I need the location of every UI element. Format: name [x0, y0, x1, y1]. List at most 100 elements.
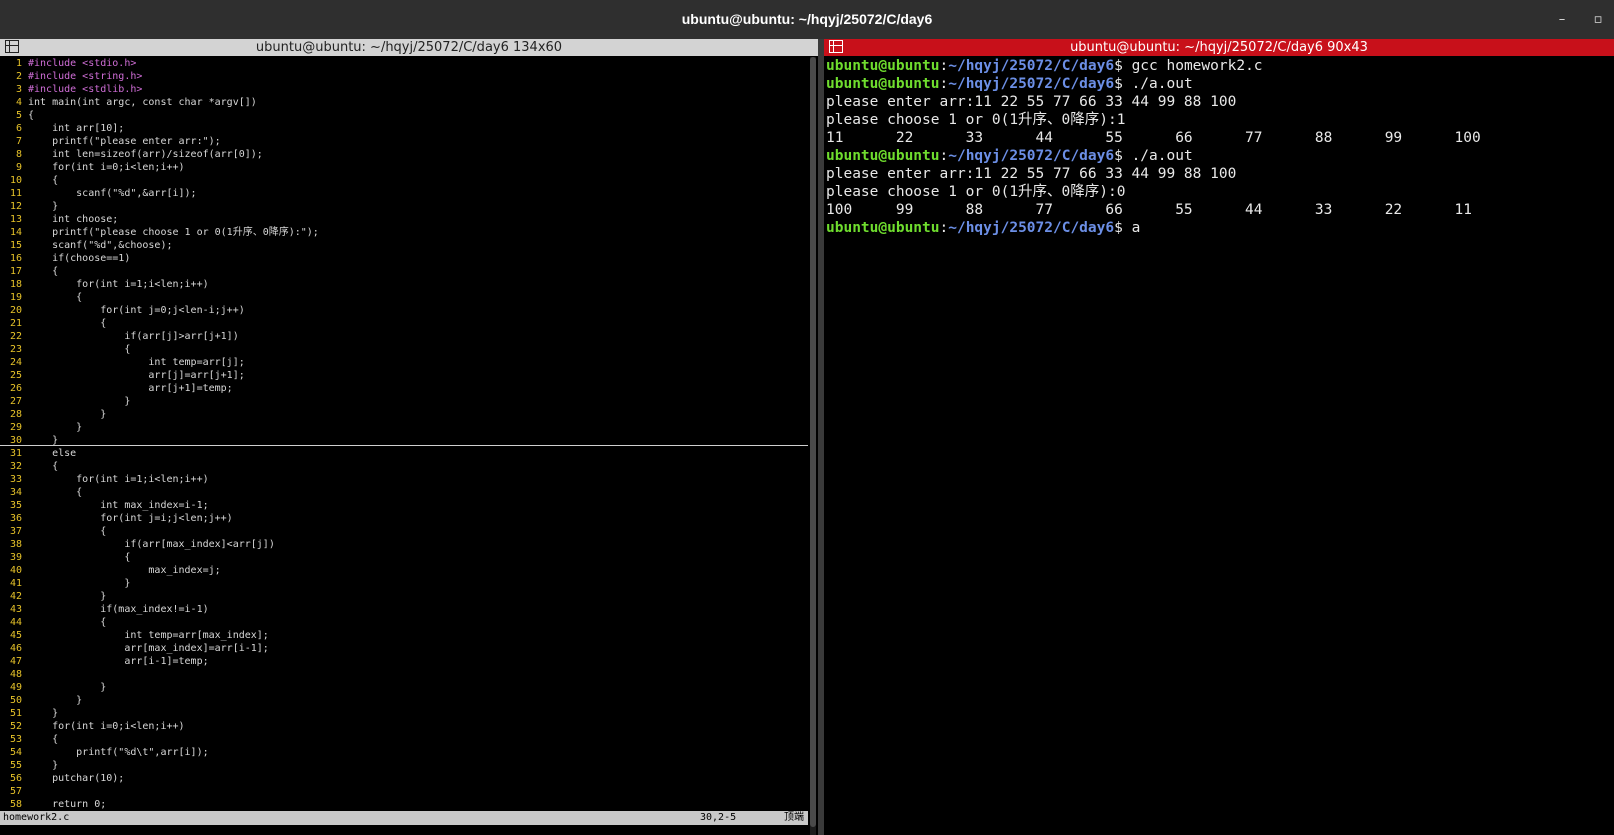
- code-line[interactable]: 28 }: [0, 408, 808, 421]
- line-number: 33: [9, 474, 22, 485]
- code-text: arr[i-1]=temp;: [28, 656, 209, 667]
- line-number: 17: [9, 266, 22, 277]
- line-number: 40: [9, 565, 22, 576]
- code-line[interactable]: 19 {: [0, 291, 808, 304]
- code-line[interactable]: 36 for(int j=i;j<len;j++): [0, 512, 808, 525]
- line-number: 41: [9, 578, 22, 589]
- code-line[interactable]: 44 {: [0, 616, 808, 629]
- code-line[interactable]: 47 arr[i-1]=temp;: [0, 655, 808, 668]
- left-pane-header[interactable]: ubuntu@ubuntu: ~/hqyj/25072/C/day6 134x6…: [0, 39, 818, 56]
- code-line[interactable]: 26 arr[j+1]=temp;: [0, 382, 808, 395]
- code-line[interactable]: 20 for(int j=0;j<len-i;j++): [0, 304, 808, 317]
- code-line[interactable]: 9 for(int i=0;i<len;i++): [0, 161, 808, 174]
- code-line[interactable]: 48: [0, 668, 808, 681]
- code-line[interactable]: 6 int arr[10];: [0, 122, 808, 135]
- code-line[interactable]: 56 putchar(10);: [0, 772, 808, 785]
- code-line[interactable]: 42 }: [0, 590, 808, 603]
- code-line[interactable]: 49 }: [0, 681, 808, 694]
- code-line[interactable]: 25 arr[j]=arr[j+1];: [0, 369, 808, 382]
- code-line[interactable]: 24 int temp=arr[j];: [0, 356, 808, 369]
- code-line[interactable]: 46 arr[max_index]=arr[i-1];: [0, 642, 808, 655]
- left-terminal-pane[interactable]: ubuntu@ubuntu: ~/hqyj/25072/C/day6 134x6…: [0, 39, 818, 835]
- line-number: 2: [15, 71, 22, 82]
- code-line[interactable]: 21 {: [0, 317, 808, 330]
- code-line[interactable]: 14 printf("please choose 1 or 0(1升序、0降序)…: [0, 226, 808, 239]
- code-text: for(int i=0;i<len;i++): [28, 162, 185, 173]
- right-pane-header[interactable]: ubuntu@ubuntu: ~/hqyj/25072/C/day6 90x43: [824, 39, 1614, 56]
- line-number: 57: [9, 786, 22, 797]
- code-line[interactable]: 58 return 0;: [0, 798, 808, 811]
- code-line[interactable]: 2 #include <string.h>: [0, 70, 808, 83]
- prompt-path: ~/hqyj/25072/C/day6: [948, 58, 1115, 74]
- code-text: {: [28, 461, 59, 472]
- shell-output[interactable]: ubuntu@ubuntu:~/hqyj/25072/C/day6$ gcc h…: [826, 57, 1614, 835]
- code-line[interactable]: 18 for(int i=1;i<len;i++): [0, 278, 808, 291]
- code-line[interactable]: 38 if(arr[max_index]<arr[j]): [0, 538, 808, 551]
- pane-menu-icon[interactable]: [829, 40, 843, 53]
- prompt-user: ubuntu@ubuntu: [826, 148, 940, 164]
- code-text: if(choose==1): [28, 253, 131, 264]
- code-text: max_index=j;: [28, 565, 221, 576]
- code-line[interactable]: 29 }: [0, 421, 808, 434]
- code-line[interactable]: 12 }: [0, 200, 808, 213]
- code-line[interactable]: 34 {: [0, 486, 808, 499]
- code-line[interactable]: 51 }: [0, 707, 808, 720]
- left-scrollbar[interactable]: [810, 57, 816, 835]
- code-line[interactable]: 52 for(int i=0;i<len;i++): [0, 720, 808, 733]
- code-line[interactable]: 3 #include <stdlib.h>: [0, 83, 808, 96]
- code-text: int choose;: [28, 214, 119, 225]
- code-line[interactable]: 16 if(choose==1): [0, 252, 808, 265]
- code-text: int max_index=i-1;: [28, 500, 209, 511]
- code-line[interactable]: 4 int main(int argc, const char *argv[]): [0, 96, 808, 109]
- code-line[interactable]: 32 {: [0, 460, 808, 473]
- code-line[interactable]: 1 #include <stdio.h>: [0, 57, 808, 70]
- code-line[interactable]: 45 int temp=arr[max_index];: [0, 629, 808, 642]
- line-number: 12: [9, 201, 22, 212]
- minimize-icon[interactable]: –: [1552, 0, 1572, 39]
- right-pane-title: ubuntu@ubuntu: ~/hqyj/25072/C/day6 90x43: [1070, 40, 1368, 55]
- shell-output-line: please choose 1 or 0(1升序、0降序):1: [826, 112, 1126, 128]
- shell-line: ubuntu@ubuntu:~/hqyj/25072/C/day6$ ./a.o…: [826, 75, 1193, 93]
- code-line[interactable]: 23 {: [0, 343, 808, 356]
- line-number: 42: [9, 591, 22, 602]
- code-line[interactable]: 35 int max_index=i-1;: [0, 499, 808, 512]
- code-line[interactable]: 15 scanf("%d",&choose);: [0, 239, 808, 252]
- code-line[interactable]: 54 printf("%d\t",arr[i]);: [0, 746, 808, 759]
- code-line[interactable]: 7 printf("please enter arr:");: [0, 135, 808, 148]
- code-line[interactable]: 39 {: [0, 551, 808, 564]
- code-text: {: [28, 617, 107, 628]
- code-line[interactable]: 37 {: [0, 525, 808, 538]
- code-line[interactable]: 41 }: [0, 577, 808, 590]
- code-line[interactable]: 13 int choose;: [0, 213, 808, 226]
- code-text: }: [28, 682, 107, 693]
- code-line[interactable]: 31 else: [0, 447, 808, 460]
- code-line[interactable]: 57: [0, 785, 808, 798]
- code-line[interactable]: 33 for(int i=1;i<len;i++): [0, 473, 808, 486]
- code-text: #include <string.h>: [28, 71, 143, 82]
- code-line[interactable]: 17 {: [0, 265, 808, 278]
- maximize-icon[interactable]: ▫: [1588, 0, 1608, 39]
- code-line[interactable]: 22 if(arr[j]>arr[j+1]): [0, 330, 808, 343]
- code-line[interactable]: 10 {: [0, 174, 808, 187]
- right-terminal-pane[interactable]: ubuntu@ubuntu: ~/hqyj/25072/C/day6 90x43…: [824, 39, 1614, 835]
- code-text: arr[j+1]=temp;: [28, 383, 233, 394]
- code-line[interactable]: 53 {: [0, 733, 808, 746]
- code-line[interactable]: 5{: [0, 109, 808, 122]
- code-text: {: [28, 110, 35, 121]
- code-text: {: [28, 292, 83, 303]
- code-line[interactable]: 11 scanf("%d",&arr[i]);: [0, 187, 808, 200]
- code-line[interactable]: 8 int len=sizeof(arr)/sizeof(arr[0]);: [0, 148, 808, 161]
- code-line[interactable]: 50 }: [0, 694, 808, 707]
- code-line[interactable]: 55 }: [0, 759, 808, 772]
- shell-command-input[interactable]: a: [1132, 220, 1141, 236]
- code-line[interactable]: 40 max_index=j;: [0, 564, 808, 577]
- pane-menu-icon[interactable]: [5, 40, 19, 53]
- line-number: 15: [9, 240, 22, 251]
- window-titlebar[interactable]: ubuntu@ubuntu: ~/hqyj/25072/C/day6 – ▫: [0, 0, 1614, 40]
- line-number: 10: [9, 175, 22, 186]
- left-scrollbar-thumb[interactable]: [810, 57, 816, 827]
- vim-editor[interactable]: 1 #include <stdio.h> 2 #include <string.h> 3…: [0, 57, 808, 814]
- code-line[interactable]: 43 if(max_index!=i-1): [0, 603, 808, 616]
- code-line[interactable]: 27 }: [0, 395, 808, 408]
- line-number: 28: [9, 409, 22, 420]
